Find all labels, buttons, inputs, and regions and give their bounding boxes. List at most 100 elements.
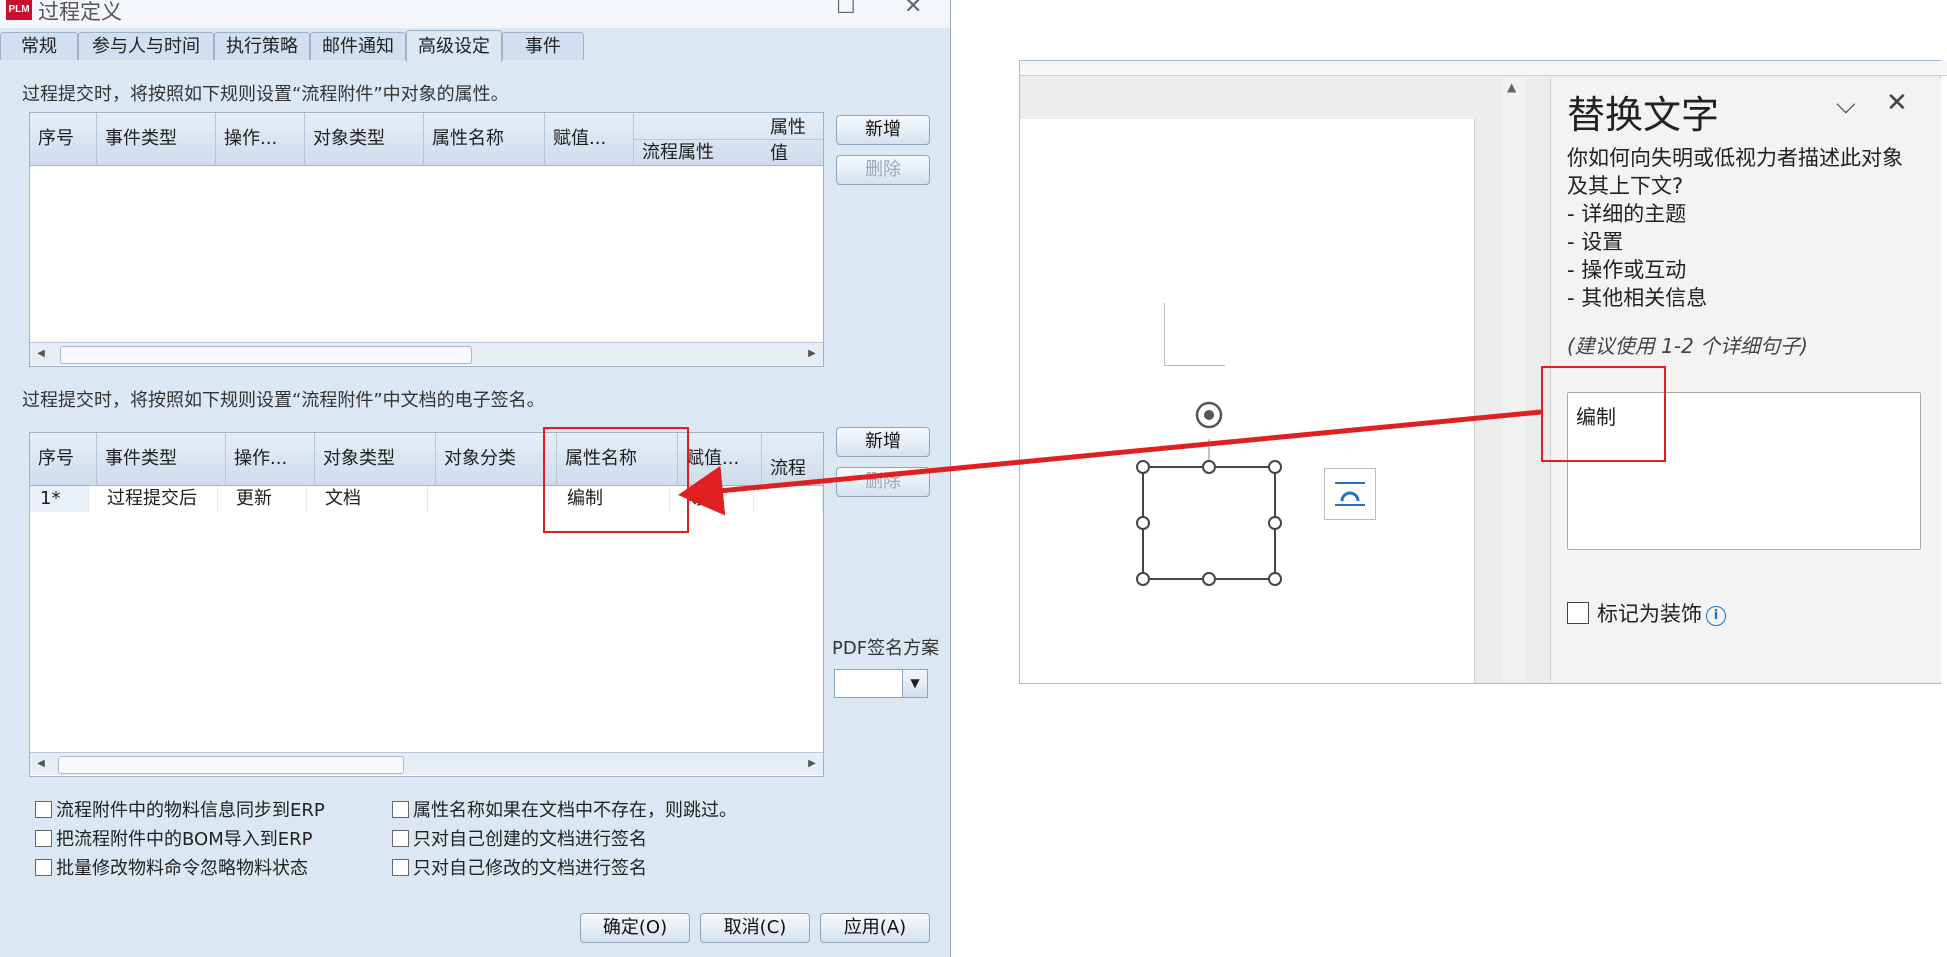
ribbon-edge	[1020, 61, 1947, 76]
scroll-right-icon[interactable]: ▶	[801, 343, 823, 365]
description-line: - 设置	[1567, 230, 1624, 254]
description-line: - 详细的主题	[1567, 202, 1687, 226]
checkbox-box[interactable]	[392, 830, 409, 847]
checkbox-label: 批量修改物料命令忽略物料状态	[56, 858, 308, 879]
col-attribute-name[interactable]: 属性名称	[424, 113, 545, 165]
close-icon[interactable]: ✕	[904, 0, 922, 19]
delete-attribute-rule-button[interactable]: 删除	[836, 155, 930, 185]
cell-assign[interactable]: 等于	[678, 486, 754, 512]
description-line: 及其上下文?	[1567, 174, 1684, 198]
col-event-type[interactable]: 事件类型	[97, 113, 216, 165]
scroll-left-icon[interactable]: ◀	[30, 753, 52, 775]
col-index[interactable]: 序号	[30, 113, 97, 165]
chevron-down-icon[interactable]: ▼	[902, 670, 927, 697]
pane-description: 你如何向失明或低视力者描述此对象 及其上下文? - 详细的主题 - 设置 - 操…	[1567, 144, 1937, 312]
checkbox-box[interactable]	[392, 801, 409, 818]
checkbox-sign-modified[interactable]: 只对自己修改的文档进行签名	[392, 854, 647, 880]
col-object-category[interactable]: 对象分类	[436, 433, 557, 485]
description-line: 你如何向失明或低视力者描述此对象	[1567, 146, 1903, 170]
dialog-titlebar: PLM 过程定义 ☐ ✕	[0, 0, 950, 28]
pane-title: 替换文字	[1567, 93, 1720, 137]
tab-execution-strategy[interactable]: 执行策略	[214, 32, 310, 60]
vertical-scrollbar[interactable]: ▲	[1503, 78, 1525, 682]
checkbox-box[interactable]	[35, 801, 52, 818]
highlight-attribute-name	[543, 427, 689, 533]
pdf-signature-select[interactable]: ▼	[834, 669, 928, 698]
info-icon[interactable]: i	[1706, 606, 1726, 626]
checkbox-box[interactable]	[35, 859, 52, 876]
plm-logo-icon: PLM	[6, 0, 32, 20]
dialog-title: 过程定义	[38, 0, 122, 24]
scroll-thumb[interactable]	[60, 346, 472, 364]
add-signature-rule-button[interactable]: 新增	[836, 427, 930, 457]
attribute-rules-table[interactable]: 序号 事件类型 操作... 对象类型 属性名称 赋值... 属性值 流程属性 ◀…	[29, 112, 824, 367]
tab-events[interactable]: 事件	[502, 32, 584, 60]
cell-object-type[interactable]: 文档	[315, 486, 428, 512]
rotate-handle-icon[interactable]	[1195, 401, 1223, 429]
horizontal-scrollbar[interactable]: ◀ ▶	[30, 752, 823, 775]
col-event-type[interactable]: 事件类型	[97, 433, 226, 485]
highlight-alt-text	[1541, 366, 1666, 462]
scroll-thumb[interactable]	[58, 756, 404, 774]
section1-description: 过程提交时，将按照如下规则设置“流程附件”中对象的属性。	[22, 84, 509, 105]
scroll-up-icon[interactable]: ▲	[1507, 80, 1516, 94]
tab-participants-time[interactable]: 参与人与时间	[78, 32, 214, 60]
signature-rules-table[interactable]: 序号 事件类型 操作... 对象类型 对象分类 属性名称 赋值... 流程 1*…	[29, 432, 824, 777]
checkbox-label: 只对自己修改的文档进行签名	[413, 858, 647, 879]
checkbox-label: 只对自己创建的文档进行签名	[413, 829, 647, 850]
chevron-down-icon[interactable]: ⌵	[1836, 90, 1856, 121]
checkbox-label: 属性名称如果在文档中不存在，则跳过。	[413, 800, 737, 821]
resize-handles[interactable]	[1136, 460, 1282, 586]
checkbox-import-bom[interactable]: 把流程附件中的BOM导入到ERP	[35, 825, 312, 851]
checkbox-sign-created[interactable]: 只对自己创建的文档进行签名	[392, 825, 647, 851]
add-attribute-rule-button[interactable]: 新增	[836, 115, 930, 145]
checkbox-label: 标记为装饰	[1597, 602, 1702, 626]
scroll-right-icon[interactable]: ▶	[801, 753, 823, 775]
col-operation[interactable]: 操作...	[226, 433, 315, 485]
checkbox-box[interactable]	[35, 830, 52, 847]
mark-decorative-checkbox[interactable]: 标记为装饰 i	[1567, 598, 1726, 628]
pdf-signature-label: PDF签名方案	[832, 638, 940, 659]
cell-object-category[interactable]	[436, 486, 549, 512]
table-header: 序号 事件类型 操作... 对象类型 对象分类 属性名称 赋值... 流程	[30, 433, 823, 486]
tab-bar: 常规 参与人与时间 执行策略 邮件通知 高级设定 事件	[0, 30, 950, 62]
checkbox-box[interactable]	[392, 859, 409, 876]
table-header: 序号 事件类型 操作... 对象类型 属性名称 赋值... 属性值 流程属性	[30, 113, 823, 166]
checkbox-label: 把流程附件中的BOM导入到ERP	[56, 829, 313, 850]
cell-operation[interactable]: 更新	[226, 486, 307, 512]
section2-description: 过程提交时，将按照如下规则设置“流程附件”中文档的电子签名。	[22, 390, 545, 411]
tab-advanced[interactable]: 高级设定	[406, 30, 502, 62]
col-process-attribute[interactable]: 流程属性	[634, 139, 823, 166]
col-assign[interactable]: 赋值...	[678, 433, 762, 485]
cancel-button[interactable]: 取消(C)	[700, 913, 810, 943]
pane-hint: (建议使用 1-2 个详细句子)	[1567, 334, 1808, 358]
cell-index[interactable]: 1*	[30, 486, 89, 512]
scroll-left-icon[interactable]: ◀	[30, 343, 52, 365]
margin-corner-mark	[1164, 303, 1225, 366]
col-index[interactable]: 序号	[30, 433, 97, 485]
cell-event-type[interactable]: 过程提交后	[97, 486, 218, 512]
tab-general[interactable]: 常规	[0, 32, 78, 60]
maximize-icon[interactable]: ☐	[836, 0, 856, 19]
tab-mail-notify[interactable]: 邮件通知	[310, 32, 406, 60]
checkbox-sync-erp[interactable]: 流程附件中的物料信息同步到ERP	[35, 796, 325, 822]
checkbox-skip-missing[interactable]: 属性名称如果在文档中不存在，则跳过。	[392, 796, 737, 822]
col-operation[interactable]: 操作...	[216, 113, 305, 165]
description-line: - 操作或互动	[1567, 258, 1687, 282]
close-icon[interactable]: ✕	[1886, 88, 1908, 118]
process-definition-dialog: PLM 过程定义 ☐ ✕ 常规 参与人与时间 执行策略 邮件通知 高级设定 事件…	[0, 0, 951, 957]
checkbox-box[interactable]	[1567, 602, 1589, 624]
cell-process[interactable]	[762, 486, 823, 512]
delete-signature-rule-button[interactable]: 删除	[836, 467, 930, 497]
apply-button[interactable]: 应用(A)	[820, 913, 930, 943]
checkbox-ignore-status[interactable]: 批量修改物料命令忽略物料状态	[35, 854, 308, 880]
checkbox-label: 流程附件中的物料信息同步到ERP	[56, 800, 325, 821]
ok-button[interactable]: 确定(O)	[580, 913, 690, 943]
layout-options-icon[interactable]	[1324, 468, 1376, 520]
description-line: - 其他相关信息	[1567, 286, 1708, 310]
col-assign[interactable]: 赋值...	[545, 113, 634, 165]
table-row[interactable]: 1* 过程提交后 更新 文档 编制 等于	[30, 486, 823, 512]
horizontal-scrollbar[interactable]: ◀ ▶	[30, 342, 823, 365]
col-object-type[interactable]: 对象类型	[305, 113, 424, 165]
col-object-type[interactable]: 对象类型	[315, 433, 436, 485]
